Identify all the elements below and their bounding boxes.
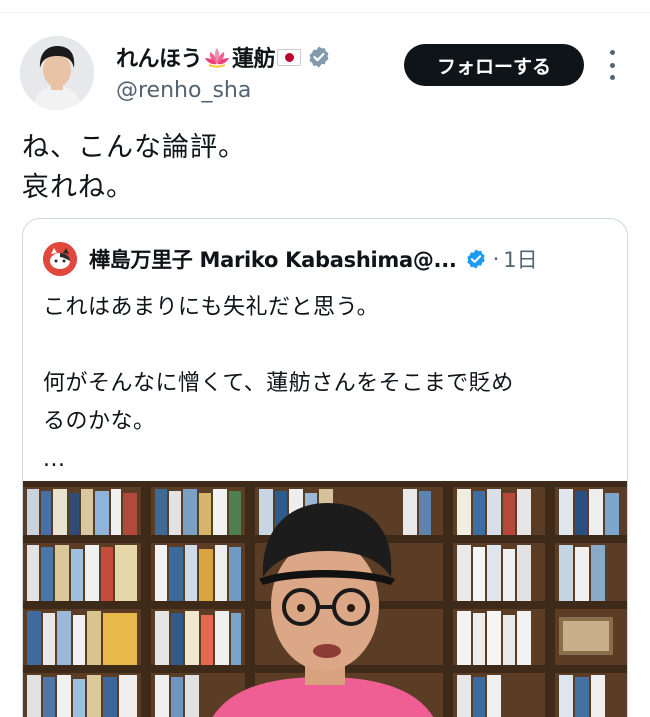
quoted-post-header: 樺島万里子 Mariko Kabashima@... · 1日 bbox=[43, 241, 538, 277]
quoted-text-ellipsis: ... bbox=[43, 447, 66, 472]
display-name-suffix[interactable]: 蓮舫 bbox=[232, 41, 276, 73]
more-options-icon[interactable] bbox=[606, 50, 618, 80]
quoted-post-time[interactable]: 1日 bbox=[503, 244, 537, 274]
verified-badge-icon[interactable] bbox=[307, 45, 331, 69]
author-handle[interactable]: @renho_sha bbox=[116, 78, 331, 103]
quoted-author-avatar[interactable] bbox=[43, 242, 77, 276]
author-names: れんほう 蓮舫 @renho_sha bbox=[116, 42, 331, 103]
top-divider bbox=[0, 12, 650, 13]
display-name-row[interactable]: れんほう 蓮舫 bbox=[116, 42, 331, 72]
post-text-line-2: 哀れね。 bbox=[22, 172, 134, 203]
avatar[interactable] bbox=[20, 36, 94, 110]
quoted-verified-badge-icon[interactable] bbox=[465, 248, 487, 270]
time-separator: · bbox=[492, 247, 500, 271]
post-header: れんほう 蓮舫 @renho_sha フォローする bbox=[20, 36, 630, 110]
quoted-post[interactable]: 樺島万里子 Mariko Kabashima@... · 1日 これはあまりにも… bbox=[22, 218, 628, 717]
japan-flag-icon bbox=[277, 48, 302, 66]
bookshelf-person-photo-icon bbox=[23, 481, 627, 717]
quoted-text-line-2: 何がそんなに憎くて、蓮舫さんをそこまで貶め bbox=[43, 371, 514, 396]
post-text: ね、こんな論評。 哀れね。 bbox=[22, 128, 246, 208]
avatar-portrait-icon bbox=[20, 36, 94, 110]
quoted-text-line-1: これはあまりにも失礼だと思う。 bbox=[43, 295, 380, 320]
cat-avatar-icon bbox=[43, 242, 77, 276]
lotus-emoji-icon bbox=[204, 46, 230, 68]
quoted-text-line-3: るのかな。 bbox=[43, 409, 156, 434]
quoted-post-text: これはあまりにも失礼だと思う。 何がそんなに憎くて、蓮舫さんをそこまで貶め るの… bbox=[43, 289, 613, 479]
quoted-author-name[interactable]: 樺島万里子 Mariko Kabashima@... bbox=[89, 244, 457, 274]
post-text-line-1: ね、こんな論評。 bbox=[22, 132, 246, 163]
follow-button[interactable]: フォローする bbox=[404, 44, 584, 86]
display-name[interactable]: れんほう bbox=[116, 41, 203, 73]
quoted-post-image[interactable] bbox=[23, 481, 627, 717]
